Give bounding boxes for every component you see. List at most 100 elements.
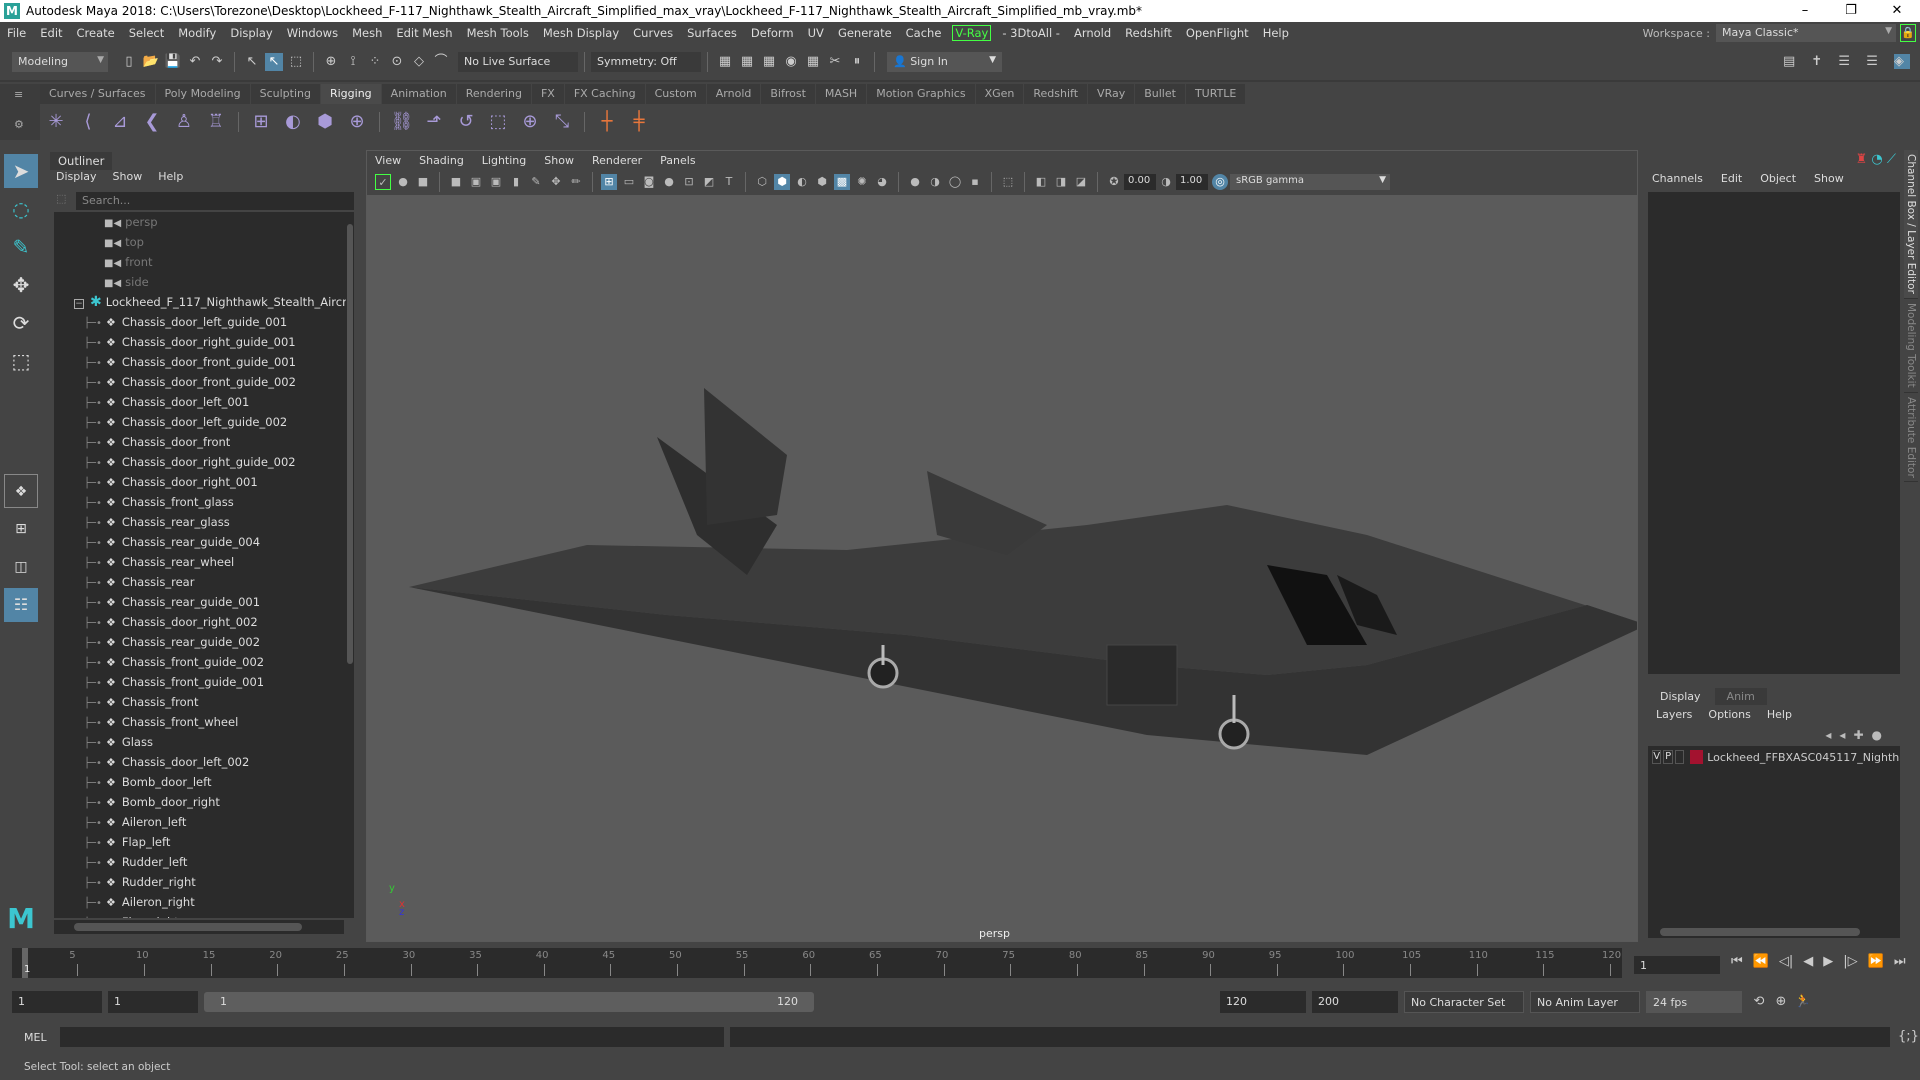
rig-add-icon[interactable]: ┼ [593,108,621,136]
outliner-item[interactable]: ├─• ❖ Chassis_front_guide_001 [54,672,354,692]
outliner-item[interactable]: ├─• ❖ Chassis_door_left_guide_001 [54,312,354,332]
ambient-occlusion-icon[interactable]: ● [907,174,923,190]
outliner-item[interactable]: ├─• ❖ Chassis_door_front_guide_001 [54,352,354,372]
loop-icon[interactable]: ⟲ [1750,993,1768,1011]
outliner-menu-show[interactable]: Show [113,170,143,188]
single-view-icon[interactable]: ❖ [4,474,38,508]
viewport-canvas[interactable]: y x z persp [367,195,1647,941]
lasso-tool-icon[interactable]: ◌ [4,192,38,226]
outliner-menu-help[interactable]: Help [158,170,183,188]
shelf-tab-rendering[interactable]: Rendering [456,84,531,104]
character-set-dropdown[interactable]: No Character Set [1404,991,1524,1013]
outliner-item[interactable]: ├─• ❖ Chassis_door_left_001 [54,392,354,412]
range-start-field[interactable]: 1 [12,991,102,1013]
menu-edit[interactable]: Edit [33,26,69,40]
filter-icon[interactable]: ⬚ [56,192,66,205]
select-tool-icon[interactable]: ➤ [4,154,38,188]
outliner-item[interactable]: ├─• ❖ Chassis_front [54,692,354,712]
shelf-gear-icon[interactable]: ⚙ [14,118,24,131]
outliner-camera-persp[interactable]: ■◀ persp [54,212,354,232]
lock-icon[interactable]: 🔒 [1900,24,1916,42]
outliner-item[interactable]: ├─• ❖ Rudder_left [54,852,354,872]
paint-weights-icon[interactable]: ◐ [279,108,307,136]
shelf-tab-motion-graphics[interactable]: Motion Graphics [867,84,975,104]
outliner-item[interactable]: ├─• ❖ Chassis_front_guide_002 [54,652,354,672]
channels-menu[interactable]: Channels [1652,172,1703,185]
lattice-icon[interactable]: ⬢ [311,108,339,136]
pencil-icon[interactable]: ✏ [568,174,584,190]
menu-redshift[interactable]: Redshift [1118,26,1179,40]
outliner-item[interactable]: ├─• ❖ Chassis_front_wheel [54,712,354,732]
viewport-menu-shading[interactable]: Shading [419,154,464,167]
shelf-tab-arnold[interactable]: Arnold [706,84,761,104]
menu-openflight[interactable]: OpenFlight [1179,26,1256,40]
menu-mesh-tools[interactable]: Mesh Tools [460,26,536,40]
menu-create[interactable]: Create [70,26,122,40]
render-settings-icon[interactable]: ▦ [760,53,778,71]
lights-icon[interactable]: ✺ [854,174,870,190]
menu-mesh[interactable]: Mesh [345,26,389,40]
snap-point-icon[interactable]: ⁘ [366,53,384,71]
shelf-tab-bifrost[interactable]: Bifrost [761,84,815,104]
new-scene-icon[interactable]: ▯ [120,53,138,71]
playback-end-field[interactable]: 120 [1220,991,1306,1013]
gamma-field[interactable]: 1.00 [1176,174,1208,190]
grid-icon[interactable]: ⊞ [601,174,617,190]
aim-constraint-icon[interactable]: ⊕ [516,108,544,136]
menu-generate[interactable]: Generate [831,26,899,40]
display-layer-row[interactable]: V P Lockheed_FFBXASC045117_Nighthaw [1648,746,1900,768]
outliner-item[interactable]: ├─• ❖ Chassis_door_right_001 [54,472,354,492]
shelf-tab-curves-surfaces[interactable]: Curves / Surfaces [40,84,155,104]
gamma-icon[interactable]: ◑ [1158,174,1174,190]
shelf-tab-custom[interactable]: Custom [645,84,706,104]
options-menu[interactable]: Options [1708,708,1750,721]
menu-surfaces[interactable]: Surfaces [680,26,744,40]
outliner-item[interactable]: ├─• ❖ Flap_left [54,832,354,852]
outliner-search-input[interactable]: Search... [76,192,354,210]
quick-rig-icon[interactable]: ♙ [170,108,198,136]
outliner-item[interactable]: ├─• ❖ Chassis_rear [54,572,354,592]
menu-windows[interactable]: Windows [280,26,345,40]
live-surface-field[interactable]: No Live Surface [458,52,578,72]
point-constraint-icon[interactable]: ⬏ [420,108,448,136]
tab-display[interactable]: Display [1648,688,1713,705]
tab-attribute-editor[interactable]: Attribute Editor [1904,393,1918,483]
motion-blur-icon[interactable]: ◑ [927,174,943,190]
select-component-icon[interactable]: ⬚ [287,53,305,71]
menu-uv[interactable]: UV [801,26,831,40]
exposure-icon[interactable]: ✪ [1106,174,1122,190]
viewport-menu-show[interactable]: Show [544,154,574,167]
outliner-item[interactable]: ├─• ❖ Rudder_right [54,872,354,892]
humanik-icon[interactable]: ♖ [202,108,230,136]
shelf-tab-sculpting[interactable]: Sculpting [250,84,320,104]
tab-modeling-toolkit[interactable]: Modeling Toolkit [1904,299,1918,393]
xray-components-icon[interactable]: ◪ [1073,174,1089,190]
pan-zoom-icon[interactable]: ✥ [548,174,564,190]
outliner-item[interactable]: ├─• ❖ Chassis_door_right_guide_001 [54,332,354,352]
paint-select-icon[interactable]: ✎ [4,230,38,264]
menu-select[interactable]: Select [122,26,171,40]
menu-deform[interactable]: Deform [744,26,801,40]
shelf-tab-poly-modeling[interactable]: Poly Modeling [155,84,250,104]
gate-mask-icon[interactable]: ● [661,174,677,190]
layer-visibility-toggle[interactable]: V [1652,750,1662,764]
snap-live-icon[interactable]: ⌒ [432,53,450,71]
outliner-camera-side[interactable]: ■◀ side [54,272,354,292]
menu-3dtoall[interactable]: - 3DtoAll - [995,26,1067,40]
rig-link-icon[interactable]: ╪ [625,108,653,136]
safe-action-icon[interactable]: ◩ [701,174,717,190]
step-back-key-icon[interactable]: ⏪ [1753,954,1769,969]
time-slider[interactable]: 1 5 10 15 20 25 30 35 40 45 50 55 60 65 70 75 80 85 90 95 1… [12,948,1622,978]
render-icon[interactable]: ▦ [716,53,734,71]
resolution-gate-icon[interactable]: ◙ [641,174,657,190]
outliner-item[interactable]: ├─• ❖ Chassis_front_glass [54,492,354,512]
outliner-item[interactable]: ├─• ❖ Aileron_left [54,812,354,832]
menu-modify[interactable]: Modify [171,26,223,40]
xray-icon[interactable]: ◧ [1033,174,1049,190]
bookmark-2-icon[interactable]: ▮ [508,174,524,190]
field-chart-icon[interactable]: ⊡ [681,174,697,190]
menu-help[interactable]: Help [1256,26,1296,40]
close-button[interactable]: ✕ [1874,0,1920,22]
command-input[interactable] [60,1027,724,1047]
vray-icon[interactable]: ✂ [826,53,844,71]
